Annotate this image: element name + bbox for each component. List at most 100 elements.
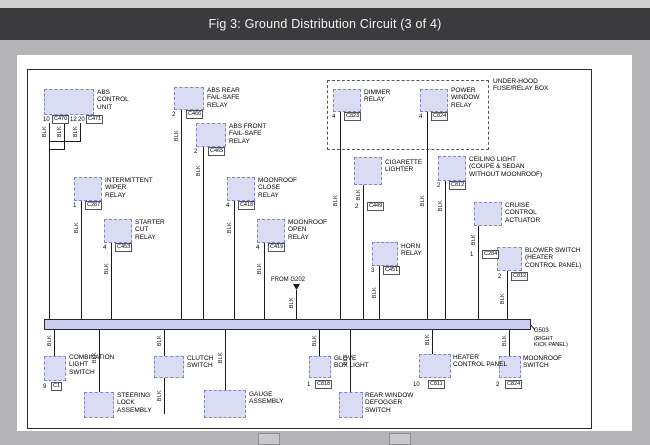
ceiling-light-label: CEILING LIGHT (COUPE & SEDAN WITHOUT MOO… — [469, 156, 542, 178]
connector-label: C466 — [186, 110, 203, 119]
toolbar-button[interactable] — [389, 433, 411, 445]
connector-label: C811 — [428, 380, 445, 389]
starter-cut-relay-box — [104, 219, 132, 243]
cruise-control-actuator-box — [474, 202, 502, 226]
moonroof-open-relay-label: MOONROOF OPEN RELAY — [288, 219, 327, 241]
ground-id-label: G503 — [534, 328, 549, 335]
pin-label: 10 — [43, 117, 50, 123]
power-window-relay-box — [420, 89, 448, 112]
toolbar-button[interactable] — [258, 433, 280, 445]
pin-label: 1 — [73, 203, 76, 209]
moonroof-close-relay-label: MOONROOF CLOSE RELAY — [258, 177, 297, 199]
wire-color-label: BLK — [343, 354, 349, 365]
pin-label: 2 — [437, 183, 440, 189]
dimmer-relay-label: DIMMER RELAY — [364, 89, 390, 104]
abs-rear-fail-safe-relay-box — [174, 87, 204, 110]
wire-color-label: BLK — [502, 335, 508, 346]
glove-box-light-box — [309, 356, 331, 378]
connector-label: C818 — [315, 380, 332, 389]
wire-color-label: BLK — [104, 263, 110, 274]
wire-color-label: BLK — [289, 297, 295, 308]
rear-window-defogger-switch-label: REAR WINDOW DEFOGGER SWITCH — [365, 392, 413, 414]
wire-color-label: BLK — [356, 189, 362, 200]
heater-control-panel-label: HEATER CONTROL PANEL — [453, 354, 507, 369]
connector-label: C451 — [383, 266, 400, 275]
gauge-assembly-label: GAUGE ASSEMBLY — [249, 391, 284, 406]
ceiling-light-box — [438, 156, 466, 181]
pin-label: 4 — [332, 114, 335, 120]
connector-label: C470 — [52, 115, 69, 124]
pin-label: 12 — [70, 117, 77, 123]
underhood-fuse-relay-box-label: UNDER-HOOD FUSE/RELAY BOX — [493, 78, 548, 93]
wire-color-label: BLK — [420, 195, 426, 206]
from-g202-label: FROM G202 — [271, 277, 305, 284]
wire-color-label: BLK — [196, 165, 202, 176]
wire-color-label: BLK — [312, 335, 318, 346]
pin-label: 10 — [413, 382, 420, 388]
wire-color-label: BLK — [333, 195, 339, 206]
wire-color-label: BLK — [227, 222, 233, 233]
abs-control-unit-label: ABS CONTROL UNIT — [97, 89, 129, 111]
cigarette-lighter-label: CIGARETTE LIGHTER — [385, 159, 422, 174]
wire-color-label: BLK — [425, 334, 431, 345]
wire-color-label: BLK — [372, 287, 378, 298]
connector-label: C823 — [344, 112, 361, 121]
connector-label: C465 — [208, 147, 225, 156]
pin-label: 9 — [43, 384, 46, 390]
horn-relay-box — [372, 242, 398, 266]
pin-label: 4 — [103, 245, 106, 251]
connector-label: C453 — [115, 243, 132, 252]
wire-color-label: BLK — [157, 390, 163, 401]
moonroof-switch-label: MOONROOF SWITCH — [523, 355, 562, 370]
wire-color-label: BLK — [92, 352, 98, 363]
wire-color-label: BLK — [42, 126, 48, 137]
window-top-strip — [0, 0, 650, 8]
connector-label: C1 — [51, 382, 62, 391]
pin-label: 2 — [172, 112, 175, 118]
clutch-switch-box — [154, 356, 184, 378]
steering-lock-assembly-box — [84, 392, 114, 418]
wire-color-label: BLK — [438, 200, 444, 211]
connector-label: C812 — [449, 181, 466, 190]
wire-color-label: BLK — [57, 126, 63, 137]
wire-color-label: BLK — [47, 335, 53, 346]
wire-color-label: BLK — [73, 126, 79, 137]
intermittent-wiper-relay-label: INTERMITTENT WIPER RELAY — [105, 177, 153, 199]
moonroof-open-relay-box — [257, 219, 285, 243]
blower-switch-box — [497, 247, 522, 271]
pin-label: 2 — [498, 274, 501, 280]
horn-relay-label: HORN RELAY — [401, 243, 422, 258]
rear-window-defogger-switch-box — [339, 392, 363, 418]
connector-label: C419 — [268, 243, 285, 252]
starter-cut-relay-label: STARTER CUT RELAY — [135, 219, 165, 241]
title-bar: Fig 3: Ground Distribution Circuit (3 of… — [0, 8, 650, 40]
pin-label: 20 — [78, 117, 85, 123]
connector-label: C471 — [86, 115, 103, 124]
wire-color-label: BLK — [471, 234, 477, 245]
wire-color-label: BLK — [174, 130, 180, 141]
heater-control-panel-box — [419, 354, 451, 378]
pin-label: 4 — [226, 203, 229, 209]
ground-bus — [44, 319, 531, 330]
gauge-assembly-box — [204, 390, 246, 418]
cigarette-lighter-box — [354, 157, 382, 185]
dimmer-relay-box — [333, 89, 361, 112]
pin-label: 4 — [256, 245, 259, 251]
steering-lock-assembly-label: STEERING LOCK ASSEMBLY — [117, 392, 152, 414]
connector-label: C824 — [431, 112, 448, 121]
connector-label: C812 — [511, 272, 528, 281]
blower-switch-label: BLOWER SWITCH (HEATER CONTROL PANEL) — [525, 247, 581, 269]
abs-front-fail-safe-relay-box — [196, 123, 226, 147]
abs-control-unit-box — [44, 89, 94, 115]
intermittent-wiper-relay-box — [74, 177, 102, 201]
glove-box-light-label: GLOVE BOX LIGHT — [334, 355, 369, 370]
pin-label: 2 — [194, 149, 197, 155]
connector-label: C824 — [505, 380, 522, 389]
combination-light-switch-box — [44, 356, 66, 381]
pin-label: 1 — [307, 382, 310, 388]
pin-label: 2 — [496, 382, 499, 388]
connector-label: C449 — [367, 202, 384, 211]
pin-label: 1 — [470, 252, 473, 258]
wire-color-label: BLK — [500, 293, 506, 304]
wire-color-label: BLK — [74, 222, 80, 233]
